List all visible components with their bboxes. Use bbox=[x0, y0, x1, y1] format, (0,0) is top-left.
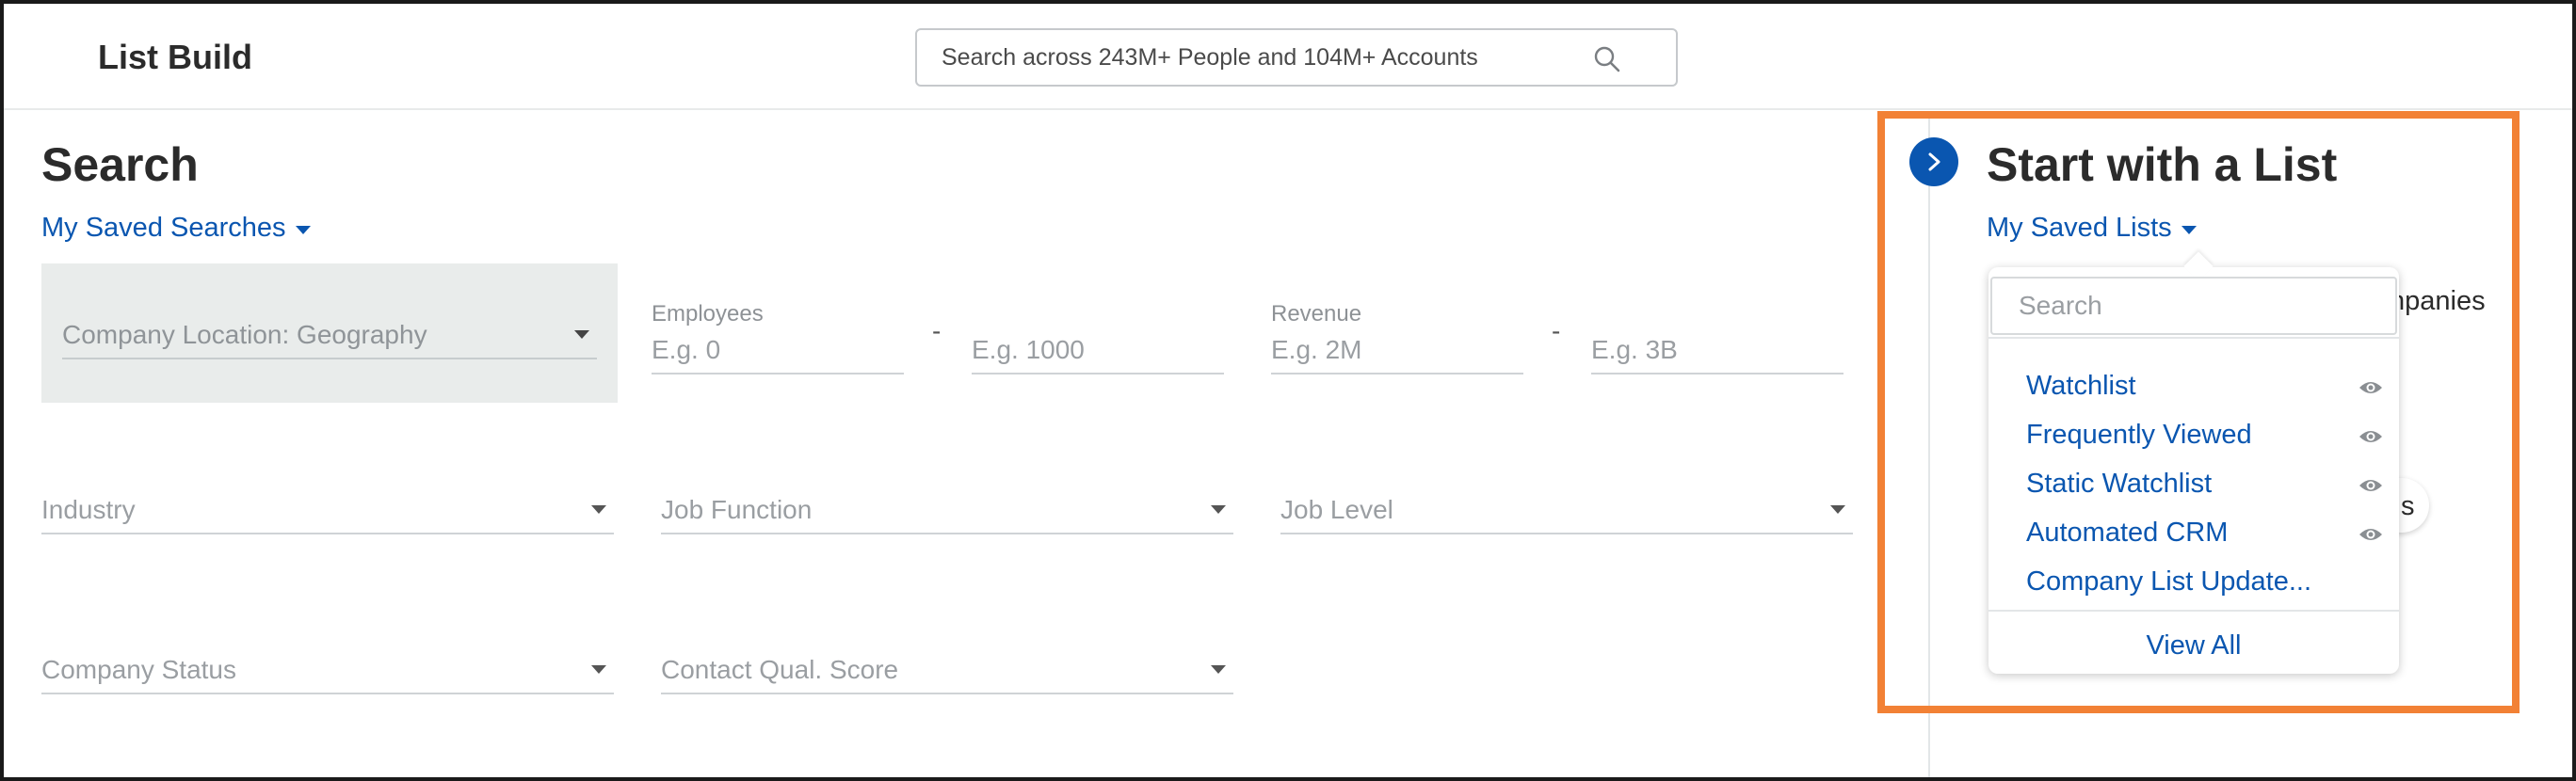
revenue-label: Revenue bbox=[1271, 301, 1362, 327]
chevron-down-icon bbox=[574, 330, 589, 339]
company-location-filter[interactable]: Company Location: Geography bbox=[41, 263, 618, 403]
highlight-annotation-box bbox=[1877, 111, 2520, 713]
company-status-label: Company Status bbox=[41, 655, 236, 684]
job-level-select[interactable]: Job Level bbox=[1280, 480, 1853, 534]
chevron-down-icon bbox=[591, 665, 606, 674]
search-title: Search bbox=[41, 138, 199, 191]
employees-min-input[interactable]: E.g. 0 bbox=[652, 326, 904, 375]
industry-label: Industry bbox=[41, 495, 136, 524]
revenue-min-input[interactable]: E.g. 2M bbox=[1271, 326, 1523, 375]
revenue-min-placeholder: E.g. 2M bbox=[1271, 335, 1362, 364]
contact-qual-score-select[interactable]: Contact Qual. Score bbox=[661, 640, 1233, 694]
search-icon[interactable] bbox=[1593, 45, 1621, 78]
job-function-select[interactable]: Job Function bbox=[661, 480, 1233, 534]
revenue-range-separator: - bbox=[1552, 316, 1561, 345]
chevron-down-icon bbox=[1211, 505, 1226, 514]
chevron-down-icon bbox=[591, 505, 606, 514]
employees-max-placeholder: E.g. 1000 bbox=[972, 335, 1085, 364]
chevron-down-icon bbox=[1211, 665, 1226, 674]
employees-min-placeholder: E.g. 0 bbox=[652, 335, 721, 364]
employees-label: Employees bbox=[652, 301, 764, 327]
employees-range-separator: - bbox=[932, 316, 942, 345]
company-location-select[interactable]: Company Location: Geography bbox=[62, 299, 597, 359]
job-function-label: Job Function bbox=[661, 495, 813, 524]
company-location-label: Company Location: Geography bbox=[62, 320, 427, 349]
industry-select[interactable]: Industry bbox=[41, 480, 614, 534]
company-status-select[interactable]: Company Status bbox=[41, 640, 614, 694]
global-search-box[interactable] bbox=[915, 28, 1678, 87]
contact-qual-score-label: Contact Qual. Score bbox=[661, 655, 899, 684]
global-search-input[interactable] bbox=[942, 30, 1563, 85]
revenue-max-placeholder: E.g. 3B bbox=[1591, 335, 1678, 364]
top-header: List Build bbox=[4, 4, 2572, 110]
employees-max-input[interactable]: E.g. 1000 bbox=[972, 326, 1224, 375]
job-level-label: Job Level bbox=[1280, 495, 1393, 524]
saved-searches-label: My Saved Searches bbox=[41, 213, 286, 243]
app-title: List Build bbox=[98, 38, 252, 76]
revenue-max-input[interactable]: E.g. 3B bbox=[1591, 326, 1843, 375]
chevron-down-icon bbox=[1830, 505, 1845, 514]
chevron-down-icon bbox=[295, 226, 311, 234]
saved-searches-dropdown[interactable]: My Saved Searches bbox=[41, 213, 311, 244]
